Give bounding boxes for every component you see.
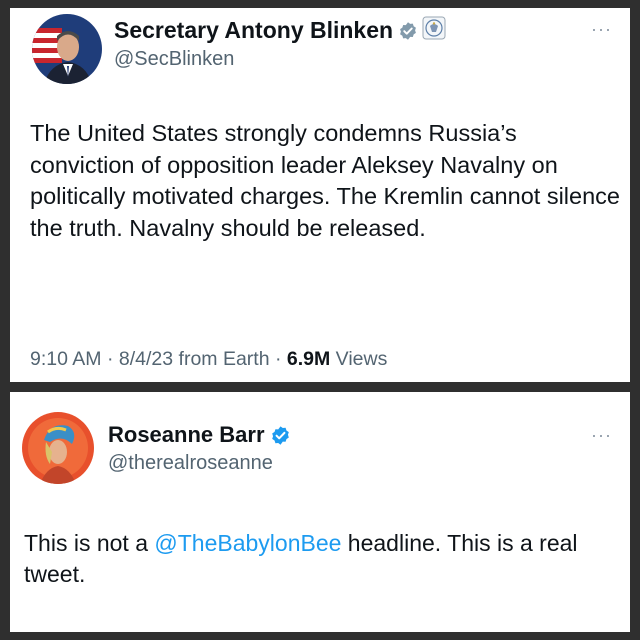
tweet-date[interactable]: 8/4/23 — [119, 348, 173, 370]
tweet-card-blinken: Secretary Antony Blinken @SecBlinken ···… — [10, 8, 630, 382]
username-handle[interactable]: @therealroseanne — [108, 452, 273, 475]
avatar-image — [32, 14, 102, 84]
display-name[interactable]: Roseanne Barr — [108, 422, 265, 448]
separator: · — [101, 348, 119, 370]
avatar-image — [22, 412, 94, 484]
verified-blue-badge-icon — [270, 425, 291, 446]
tweet-time[interactable]: 9:10 AM — [30, 348, 102, 370]
tweet-text: The United States strongly condemns Russ… — [30, 120, 620, 241]
display-name[interactable]: Secretary Antony Blinken — [114, 17, 393, 44]
tweet-source: from Earth — [173, 348, 270, 370]
views-label: Views — [330, 348, 388, 370]
tweet-card-roseanne: Roseanne Barr @therealroseanne ··· This … — [10, 392, 630, 632]
tweet-text: This is not a @TheBabylonBee headline. T… — [24, 528, 624, 590]
avatar[interactable] — [32, 14, 102, 84]
avatar[interactable] — [22, 412, 94, 484]
government-seal-icon — [422, 16, 446, 45]
tweet-meta: 9:10 AM · 8/4/23 from Earth · 6.9M Views — [30, 348, 387, 371]
views-count[interactable]: 6.9M — [287, 348, 330, 370]
tweet-text-before: This is not a — [24, 530, 155, 556]
verified-gray-badge-icon — [398, 21, 418, 41]
username-handle[interactable]: @SecBlinken — [114, 48, 234, 71]
more-options-icon[interactable]: ··· — [591, 20, 612, 38]
mention-link[interactable]: @TheBabylonBee — [154, 530, 341, 556]
more-options-icon[interactable]: ··· — [591, 426, 612, 444]
separator: · — [269, 348, 287, 370]
